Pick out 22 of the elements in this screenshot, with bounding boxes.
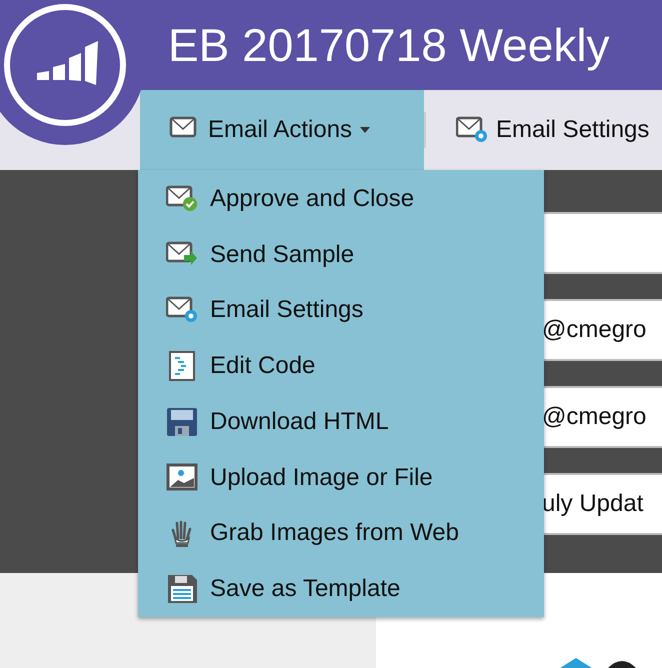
partial-icon <box>558 658 594 668</box>
menu-item[interactable]: Edit Code <box>138 338 544 394</box>
image-icon <box>166 462 198 493</box>
input-field[interactable] <box>542 212 662 274</box>
input-field[interactable]: @cmegro <box>542 386 662 448</box>
toolbar-tab[interactable]: Email Settings <box>426 90 650 170</box>
caret-icon <box>360 127 370 133</box>
menu-item[interactable]: Download HTML <box>138 394 544 450</box>
envelope-gear-icon <box>456 115 488 145</box>
partial-icon <box>608 660 636 668</box>
input-field[interactable]: @cmegro <box>542 299 662 361</box>
code-file-icon <box>166 351 198 382</box>
menu-item[interactable]: Send Sample <box>138 226 544 282</box>
menu-item[interactable]: Approve and Close <box>138 171 544 227</box>
menu-item[interactable]: Email Settings <box>138 282 544 338</box>
menu-item[interactable]: Grab Images from Web <box>138 506 544 562</box>
envelope-check-icon <box>166 184 198 214</box>
input-field[interactable]: uly Updat <box>542 473 662 535</box>
page-title: EB 20170718 Weekly <box>168 22 610 68</box>
menu-item[interactable]: Save as Template <box>138 561 544 617</box>
toolbar-tab[interactable]: Email Actions <box>140 90 424 170</box>
menu-item[interactable]: Upload Image or File <box>138 450 544 506</box>
